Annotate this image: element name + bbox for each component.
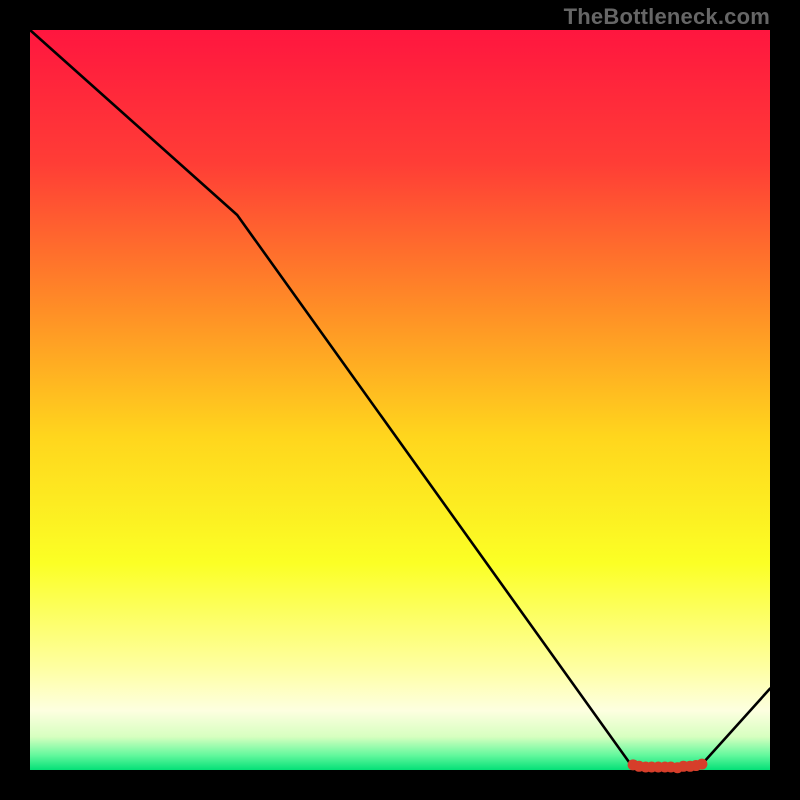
plot-area <box>30 30 770 770</box>
scatter-point <box>696 759 707 770</box>
chart-container: TheBottleneck.com <box>0 0 800 800</box>
scatter-points <box>628 759 708 774</box>
bottleneck-curve <box>30 30 770 768</box>
watermark-text: TheBottleneck.com <box>564 4 770 30</box>
line-layer <box>30 30 770 770</box>
